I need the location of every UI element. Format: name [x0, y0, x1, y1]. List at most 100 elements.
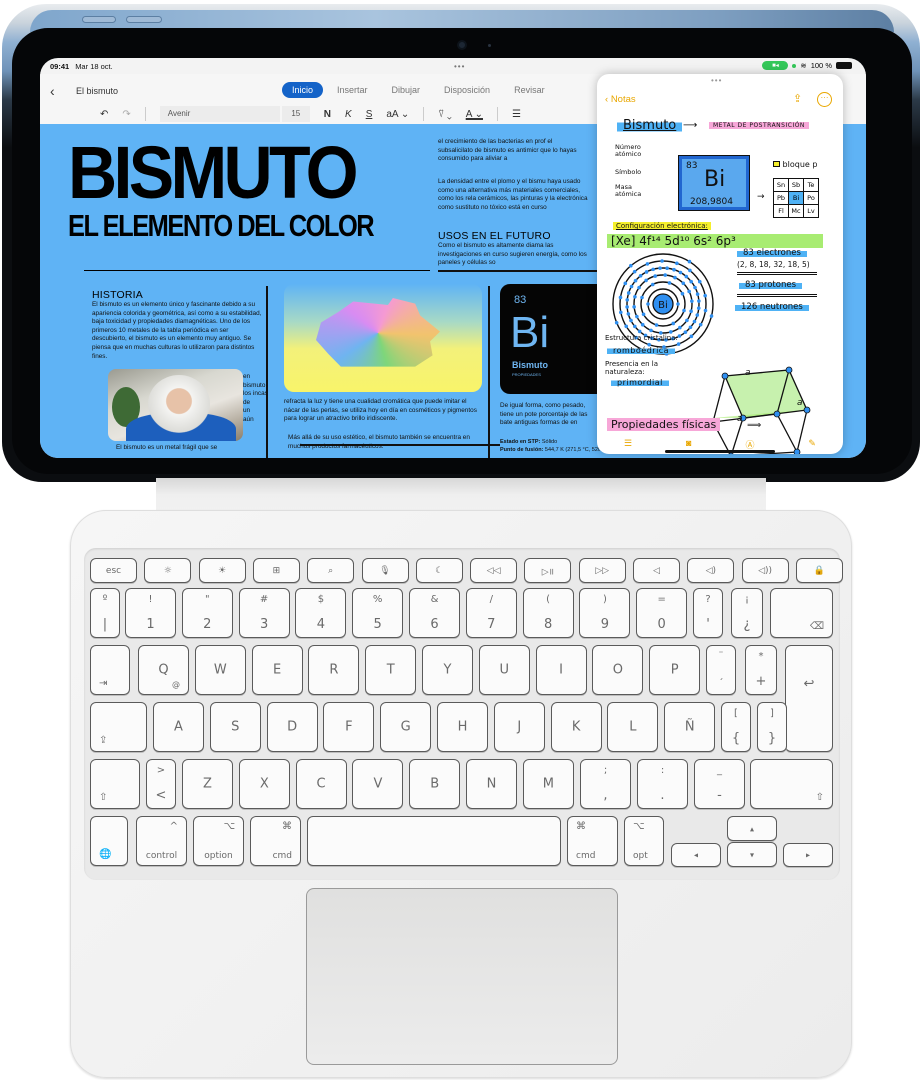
document-page[interactable]: BISMUTO EL ELEMENTO DEL COLOR el crecimi… — [40, 124, 600, 458]
key-space[interactable] — [307, 816, 561, 866]
list-icon[interactable]: ☰ — [512, 109, 521, 120]
key-rewind-icon[interactable]: ◁◁ — [470, 558, 518, 583]
key-left-shift[interactable]: ⇧ — [90, 759, 140, 809]
compose-icon[interactable]: ✎ — [808, 438, 816, 454]
key-u[interactable]: U — [478, 645, 530, 695]
key-y[interactable]: Y — [422, 645, 473, 695]
key-return[interactable]: ↩ — [785, 645, 833, 752]
trackpad[interactable] — [306, 888, 618, 1065]
key-i[interactable]: I — [535, 645, 587, 695]
key-option-right[interactable]: ⌥ opt — [624, 816, 664, 866]
key-command-right[interactable]: ⌘ cmd — [567, 816, 618, 866]
key-arrow-left[interactable]: ◂ — [671, 843, 721, 867]
key-right-shift[interactable]: ⇧ — [750, 759, 833, 809]
redo-icon[interactable]: ↷ — [122, 109, 130, 120]
key-play-pause-icon[interactable]: ▷॥ — [524, 558, 572, 583]
tab-disposicion[interactable]: Disposición — [434, 82, 500, 98]
key-r[interactable]: R — [308, 645, 360, 695]
key-9[interactable]: ) 9 — [579, 588, 631, 638]
font-color-icon[interactable]: A ⌄ — [466, 109, 483, 120]
key-g[interactable]: G — [380, 702, 432, 752]
underline-button[interactable]: S — [366, 109, 373, 120]
tab-revisar[interactable]: Revisar — [504, 82, 555, 98]
key-right-bracket[interactable]: ]} — [757, 702, 787, 752]
key-d[interactable]: D — [266, 702, 318, 752]
key-3[interactable]: #3 — [238, 588, 290, 638]
key-o[interactable]: O — [592, 645, 644, 695]
checklist-icon[interactable]: ☰ — [624, 438, 632, 454]
key-q[interactable]: Q @ — [138, 645, 189, 695]
key-0[interactable]: = 0 — [636, 588, 688, 638]
key-less-than[interactable]: > < — [146, 759, 176, 809]
key-v[interactable]: V — [352, 759, 404, 809]
tab-inicio[interactable]: Inicio — [282, 82, 324, 98]
key-left-bracket[interactable]: [{ — [721, 702, 751, 752]
key-z[interactable]: Z — [182, 759, 233, 809]
key-brightness-down-icon[interactable]: ☼ — [144, 558, 192, 583]
key-dictation-icon[interactable]: 🎙 — [361, 558, 409, 583]
key-arrow-right[interactable]: ▸ — [783, 843, 833, 867]
key-hyphen[interactable]: _ - — [694, 759, 745, 809]
key-brightness-up-icon[interactable]: ☀ — [198, 558, 246, 583]
more-options-icon[interactable]: ··· — [817, 92, 832, 107]
key-f[interactable]: F — [323, 702, 375, 752]
key-command-left[interactable]: ⌘ cmd — [250, 816, 301, 866]
key-spotlight-icon[interactable]: ⌕ — [307, 558, 355, 583]
key-e[interactable]: E — [251, 645, 303, 695]
facetime-video-tile[interactable] — [108, 369, 243, 441]
key-w[interactable]: W — [194, 645, 246, 695]
word-multitask-dots[interactable]: ••• — [454, 62, 465, 71]
share-icon[interactable]: ⇪ — [793, 92, 802, 105]
font-size-field[interactable]: 15 — [281, 106, 310, 122]
key-4[interactable]: $4 — [295, 588, 347, 638]
tab-insertar[interactable]: Insertar — [327, 82, 378, 98]
italic-button[interactable]: K — [345, 109, 352, 120]
key-l[interactable]: L — [607, 702, 659, 752]
key-lock-icon[interactable]: 🔒 — [795, 558, 843, 583]
key-c[interactable]: C — [295, 759, 347, 809]
key-globe[interactable]: 🌐 — [90, 816, 128, 866]
key-j[interactable]: J — [493, 702, 545, 752]
key-caps-lock[interactable]: ⇪ — [90, 702, 147, 752]
key-p[interactable]: P — [649, 645, 701, 695]
key-8[interactable]: (8 — [522, 588, 574, 638]
key-n[interactable]: N — [466, 759, 517, 809]
key-m[interactable]: M — [522, 759, 574, 809]
key-focus-icon[interactable]: ☾ — [415, 558, 463, 583]
key-volume-up-icon[interactable]: ◁)) — [741, 558, 789, 583]
notes-back-button[interactable]: ‹ Notas — [605, 94, 636, 105]
font-name-field[interactable]: Avenir — [159, 106, 280, 122]
key-volume-down-icon[interactable]: ◁) — [687, 558, 735, 583]
key-period[interactable]: :. — [637, 759, 688, 809]
key-app-switcher-icon[interactable]: ⊞ — [252, 558, 300, 583]
key-esc[interactable]: esc — [90, 558, 137, 583]
key-mute-icon[interactable]: ◁ — [633, 558, 680, 583]
key-7[interactable]: /7 — [465, 588, 517, 638]
key-grave[interactable]: º | — [90, 588, 120, 638]
highlight-icon[interactable]: ⍢ ⌄ — [438, 109, 452, 120]
key-delete[interactable]: ⌫ — [770, 588, 833, 638]
key-plus[interactable]: * + — [745, 645, 777, 695]
key-t[interactable]: T — [365, 645, 417, 695]
key-k[interactable]: K — [550, 702, 602, 752]
key-inverted-exclamation[interactable]: ¡ ¿ — [731, 588, 763, 638]
notes-slide-over[interactable]: ••• ‹ Notas ⇪ ··· Bismuto ⟶ METAL DE POS… — [597, 74, 843, 454]
back-button[interactable]: ‹ — [50, 83, 55, 99]
key-apostrophe[interactable]: ? ' — [693, 588, 723, 638]
key-s[interactable]: S — [209, 702, 261, 752]
key-acute[interactable]: ¨ ´ — [706, 645, 736, 695]
key-fast-forward-icon[interactable]: ▷▷ — [578, 558, 626, 583]
key-ñ[interactable]: Ñ — [664, 702, 716, 752]
key-1[interactable]: ! 1 — [125, 588, 176, 638]
key-arrow-up[interactable]: ▴ — [727, 816, 777, 841]
key-5[interactable]: % 5 — [352, 588, 404, 638]
key-x[interactable]: X — [238, 759, 290, 809]
key-tab[interactable]: ⇥ — [90, 645, 130, 695]
key-control[interactable]: ^ control — [136, 816, 187, 866]
undo-icon[interactable]: ↶ — [100, 109, 108, 120]
key-a[interactable]: A — [153, 702, 204, 752]
tab-dibujar[interactable]: Dibujar — [382, 82, 431, 98]
key-2[interactable]: " 2 — [181, 588, 233, 638]
bold-button[interactable]: N — [324, 109, 331, 120]
key-comma[interactable]: ;, — [580, 759, 631, 809]
